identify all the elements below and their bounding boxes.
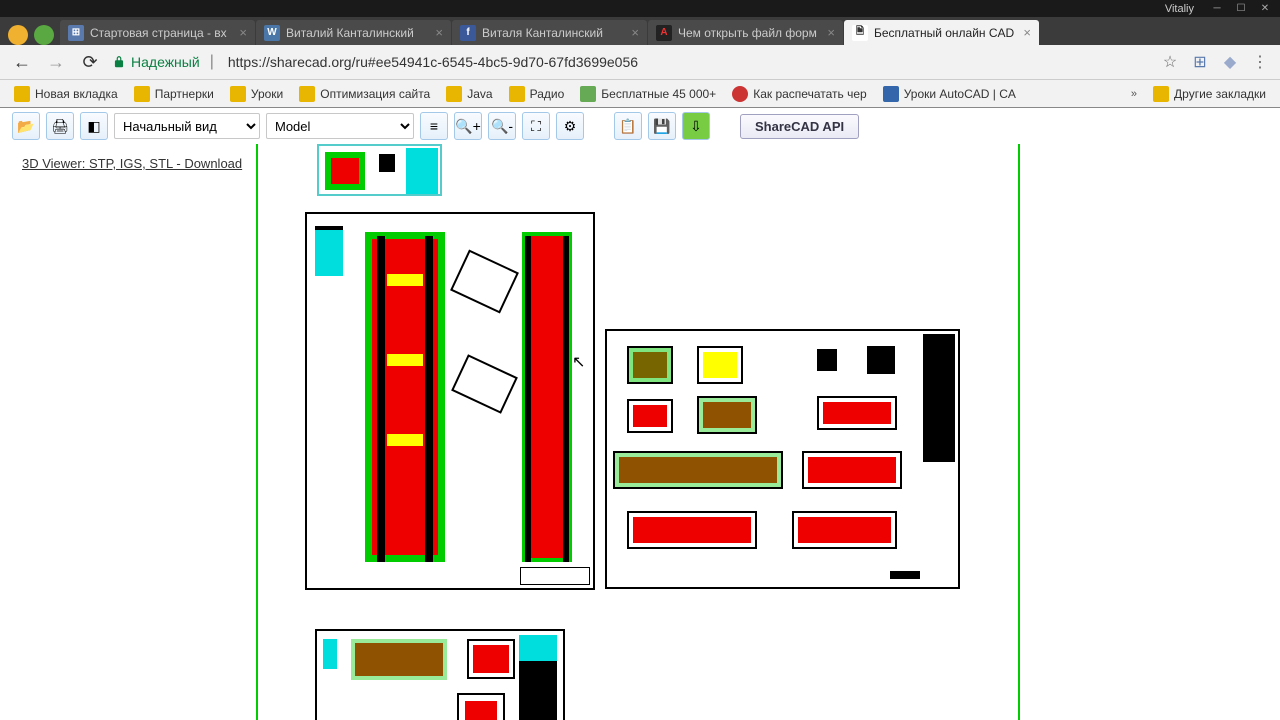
bookmark-item[interactable]: Радио bbox=[503, 83, 571, 105]
secure-label: Надежный bbox=[131, 54, 200, 70]
folder-icon bbox=[134, 86, 150, 102]
facebook-icon: f bbox=[460, 25, 476, 41]
fit-window-button[interactable]: ⛶ bbox=[522, 112, 550, 140]
autocad-icon: A bbox=[656, 25, 672, 41]
bookmark-item[interactable]: Уроки bbox=[224, 83, 289, 105]
drawing-thumbnail bbox=[317, 144, 442, 196]
address-bar: ← → ⟳ Надежный | ☆ ⊞ ◆ ⋮ bbox=[0, 45, 1280, 80]
drawing-sheet-bottom bbox=[315, 629, 565, 720]
grid-apps-icon[interactable]: ⊞ bbox=[1190, 52, 1210, 72]
tab-sharecad[interactable]: 🗎 Бесплатный онлайн CAD × bbox=[844, 20, 1039, 45]
bookmark-label: Радио bbox=[530, 87, 565, 101]
bookmark-item[interactable]: Партнерки bbox=[128, 83, 220, 105]
tab-label: Виталя Канталинский bbox=[482, 26, 625, 40]
cad-viewport[interactable]: 3D Viewer: STP, IGS, STL - Download bbox=[0, 144, 1280, 720]
menu-icon[interactable]: ⋮ bbox=[1250, 52, 1270, 72]
tab-start-page[interactable]: ⊞ Стартовая страница - вх × bbox=[60, 20, 255, 45]
back-button[interactable]: ← bbox=[10, 50, 34, 74]
close-window-button[interactable]: ✕ bbox=[1254, 1, 1276, 16]
3d-viewer-link[interactable]: 3D Viewer: STP, IGS, STL - Download bbox=[22, 156, 242, 171]
document-icon: 🗎 bbox=[852, 25, 868, 41]
sharecad-api-button[interactable]: ShareCAD API bbox=[740, 114, 859, 139]
folder-icon bbox=[299, 86, 315, 102]
bookmark-item[interactable]: Java bbox=[440, 83, 498, 105]
bookmark-label: Java bbox=[467, 87, 492, 101]
close-tab-icon[interactable]: × bbox=[239, 25, 247, 40]
tab-label: Виталий Канталинский bbox=[286, 26, 429, 40]
lock-icon bbox=[112, 55, 126, 69]
drawing-sheet-tower bbox=[305, 212, 595, 590]
bookmark-label: Партнерки bbox=[155, 87, 214, 101]
bookmark-item[interactable]: Уроки AutoCAD | CА bbox=[877, 83, 1022, 105]
folder-icon bbox=[446, 86, 462, 102]
extension-icon[interactable]: ◆ bbox=[1220, 52, 1240, 72]
black-white-button[interactable]: ◧ bbox=[80, 112, 108, 140]
export-pdf-button[interactable]: 📋 bbox=[614, 112, 642, 140]
bookmarks-bar: Новая вкладка Партнерки Уроки Оптимизаци… bbox=[0, 80, 1280, 108]
save-button[interactable]: 💾 bbox=[648, 112, 676, 140]
folder-icon bbox=[1153, 86, 1169, 102]
drawing-sheet-details bbox=[605, 329, 960, 589]
close-tab-icon[interactable]: × bbox=[435, 25, 443, 40]
grid-icon: ⊞ bbox=[68, 25, 84, 41]
bookmark-label: Уроки AutoCAD | CА bbox=[904, 87, 1016, 101]
model-extent-line bbox=[1018, 144, 1020, 720]
user-label: Vitaliy bbox=[1165, 3, 1194, 15]
bookmark-item[interactable]: Как распечатать чер bbox=[726, 83, 872, 105]
open-file-button[interactable]: 📂 bbox=[12, 112, 40, 140]
bookmark-other[interactable]: Другие закладки bbox=[1147, 83, 1272, 105]
pinned-tab-icon[interactable] bbox=[8, 25, 28, 45]
close-tab-icon[interactable]: × bbox=[1023, 25, 1031, 40]
pinned-favicons bbox=[8, 25, 54, 45]
forward-button[interactable]: → bbox=[44, 50, 68, 74]
tab-vk[interactable]: W Виталий Канталинский × bbox=[256, 20, 451, 45]
close-tab-icon[interactable]: × bbox=[631, 25, 639, 40]
reload-button[interactable]: ⟳ bbox=[78, 50, 102, 74]
sharecad-toolbar: 📂 🖨 ◧ Начальный вид Model ≡ 🔍+ 🔍- ⛶ ⚙ 📋 … bbox=[0, 108, 1280, 144]
browser-tabstrip: ⊞ Стартовая страница - вх × W Виталий Ка… bbox=[0, 17, 1280, 45]
star-icon[interactable]: ☆ bbox=[1160, 52, 1180, 72]
pinned-tab-icon[interactable] bbox=[34, 25, 54, 45]
overflow-chevron-icon[interactable]: » bbox=[1125, 88, 1143, 100]
bookmark-label: Оптимизация сайта bbox=[320, 87, 430, 101]
view-select[interactable]: Начальный вид bbox=[114, 113, 260, 139]
site-icon bbox=[580, 86, 596, 102]
bookmark-label: Новая вкладка bbox=[35, 87, 118, 101]
security-indicator[interactable]: Надежный bbox=[112, 54, 200, 70]
folder-icon bbox=[509, 86, 525, 102]
cursor-icon: ↖ bbox=[572, 352, 585, 372]
tab-facebook[interactable]: f Виталя Канталинский × bbox=[452, 20, 647, 45]
orbit-button[interactable]: ⚙ bbox=[556, 112, 584, 140]
bookmark-label: Бесплатные 45 000+ bbox=[601, 87, 716, 101]
window-titlebar: Vitaliy ─ ☐ ✕ bbox=[0, 0, 1280, 17]
zoom-out-button[interactable]: 🔍- bbox=[488, 112, 516, 140]
zoom-in-button[interactable]: 🔍+ bbox=[454, 112, 482, 140]
bookmark-item[interactable]: Оптимизация сайта bbox=[293, 83, 436, 105]
export-button[interactable]: ⇩ bbox=[682, 112, 710, 140]
bookmark-item[interactable]: Новая вкладка bbox=[8, 83, 124, 105]
minimize-button[interactable]: ─ bbox=[1206, 1, 1228, 16]
model-extent-line bbox=[256, 144, 258, 720]
url-input[interactable] bbox=[224, 50, 1150, 74]
folder-icon bbox=[230, 86, 246, 102]
layers-button[interactable]: ≡ bbox=[420, 112, 448, 140]
vk-icon: W bbox=[264, 25, 280, 41]
title-block bbox=[520, 567, 590, 585]
tab-file-format[interactable]: A Чем открыть файл форм × bbox=[648, 20, 843, 45]
title-block bbox=[923, 334, 955, 462]
space-select[interactable]: Model bbox=[266, 113, 414, 139]
bookmark-label: Как распечатать чер bbox=[753, 87, 866, 101]
print-button[interactable]: 🖨 bbox=[46, 112, 74, 140]
tab-label: Стартовая страница - вх bbox=[90, 26, 233, 40]
bookmark-label: Уроки bbox=[251, 87, 283, 101]
tab-label: Бесплатный онлайн CAD bbox=[874, 26, 1017, 40]
bookmark-label: Другие закладки bbox=[1174, 87, 1266, 101]
folder-icon bbox=[14, 86, 30, 102]
site-icon bbox=[883, 86, 899, 102]
tab-label: Чем открыть файл форм bbox=[678, 26, 821, 40]
close-tab-icon[interactable]: × bbox=[827, 25, 835, 40]
maximize-button[interactable]: ☐ bbox=[1230, 1, 1252, 16]
site-icon bbox=[732, 86, 748, 102]
bookmark-item[interactable]: Бесплатные 45 000+ bbox=[574, 83, 722, 105]
